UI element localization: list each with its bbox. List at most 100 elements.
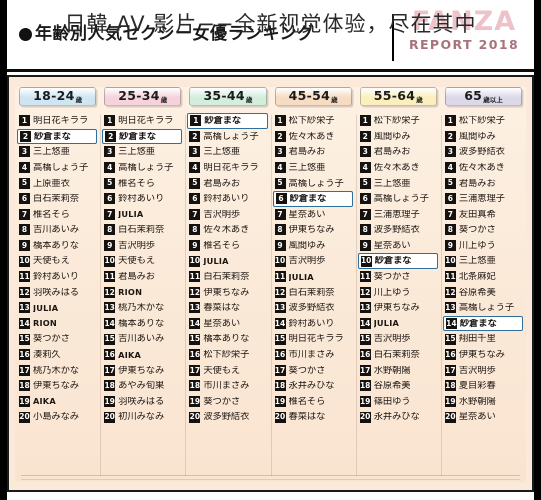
rank-row[interactable]: 10 紗倉まな [357, 253, 438, 269]
rank-row[interactable]: 18 永井みひな [274, 378, 353, 394]
rank-row[interactable]: 9 橋本ありな [18, 238, 97, 254]
rank-row[interactable]: 4 佐々木あき [444, 160, 523, 176]
rank-row[interactable]: 18 伊東ちなみ [18, 378, 97, 394]
rank-row[interactable]: 7 JULIA [103, 207, 182, 223]
rank-row[interactable]: 12 伊東ちなみ [188, 285, 267, 301]
rank-row[interactable]: 7 椎名そら [18, 207, 97, 223]
rank-row[interactable]: 13 桃乃木かな [103, 300, 182, 316]
rank-row[interactable]: 1 明日花キララ [103, 113, 182, 129]
rank-row[interactable]: 18 市川まさみ [188, 378, 267, 394]
rank-row[interactable]: 7 三浦恵理子 [359, 207, 438, 223]
rank-row[interactable]: 13 高橋しょう子 [444, 300, 523, 316]
rank-row[interactable]: 12 RION [103, 285, 182, 301]
rank-row[interactable]: 4 三上悠亜 [274, 160, 353, 176]
rank-row[interactable]: 11 白石茉莉奈 [188, 269, 267, 285]
rank-row[interactable]: 5 上原亜衣 [18, 175, 97, 191]
rank-row[interactable]: 9 星奈あい [359, 238, 438, 254]
rank-row[interactable]: 20 波多野結衣 [188, 409, 267, 425]
rank-row[interactable]: 20 初川みなみ [103, 409, 182, 425]
rank-row[interactable]: 5 君島みお [444, 175, 523, 191]
rank-row[interactable]: 17 伊東ちなみ [103, 363, 182, 379]
rank-row[interactable]: 14 鈴村あいり [274, 316, 353, 332]
rank-row[interactable]: 12 羽咲みはる [18, 285, 97, 301]
rank-row[interactable]: 17 吉沢明歩 [444, 363, 523, 379]
rank-row[interactable]: 3 君島みお [274, 144, 353, 160]
rank-row[interactable]: 17 水野朝陽 [359, 363, 438, 379]
rank-row[interactable]: 20 春菜はな [274, 409, 353, 425]
rank-row[interactable]: 9 吉沢明歩 [103, 238, 182, 254]
rank-row[interactable]: 4 明日花キララ [188, 160, 267, 176]
rank-row[interactable]: 3 波多野結衣 [444, 144, 523, 160]
rank-row[interactable]: 16 白石茉莉奈 [359, 347, 438, 363]
rank-row[interactable]: 7 友田真希 [444, 207, 523, 223]
rank-row[interactable]: 1 松下紗栄子 [274, 113, 353, 129]
rank-row[interactable]: 11 鈴村あいり [18, 269, 97, 285]
rank-row[interactable]: 11 君島みお [103, 269, 182, 285]
rank-row[interactable]: 1 明日花キララ [18, 113, 97, 129]
rank-row[interactable]: 19 葵つかさ [188, 394, 267, 410]
rank-row[interactable]: 19 AIKA [18, 394, 97, 410]
rank-row[interactable]: 5 高橋しょう子 [274, 175, 353, 191]
rank-row[interactable]: 5 三上悠亜 [359, 175, 438, 191]
rank-row[interactable]: 20 星奈あい [444, 409, 523, 425]
rank-row[interactable]: 6 紗倉まな [272, 190, 353, 207]
rank-row[interactable]: 15 橋本ありな [188, 331, 267, 347]
rank-row[interactable]: 1 紗倉まな [187, 113, 268, 129]
rank-row[interactable]: 7 星奈あい [274, 207, 353, 223]
rank-row[interactable]: 10 三上悠亜 [444, 253, 523, 269]
age-group-header-age-45-54[interactable]: 45-54 歳 [274, 87, 352, 106]
rank-row[interactable]: 16 湊莉久 [18, 347, 97, 363]
rank-row[interactable]: 3 君島みお [359, 144, 438, 160]
rank-row[interactable]: 19 椎名そら [274, 394, 353, 410]
rank-row[interactable]: 13 春菜はな [188, 300, 267, 316]
rank-row[interactable]: 19 篠田ゆう [359, 394, 438, 410]
rank-row[interactable]: 8 白石茉莉奈 [103, 222, 182, 238]
rank-row[interactable]: 15 明日花キララ [274, 331, 353, 347]
rank-row[interactable]: 13 JULIA [18, 300, 97, 316]
age-group-header-age-35-44[interactable]: 35-44 歳 [189, 87, 267, 106]
rank-row[interactable]: 18 谷原希美 [359, 378, 438, 394]
rank-row[interactable]: 10 JULIA [188, 253, 267, 269]
rank-row[interactable]: 10 天使もえ [103, 253, 182, 269]
rank-row[interactable]: 15 葵つかさ [18, 331, 97, 347]
rank-row[interactable]: 20 永井みひな [359, 409, 438, 425]
rank-row[interactable]: 18 夏目彩春 [444, 378, 523, 394]
rank-row[interactable]: 11 葵つかさ [359, 269, 438, 285]
rank-row[interactable]: 17 葵つかさ [274, 363, 353, 379]
rank-row[interactable]: 8 吉川あいみ [18, 222, 97, 238]
rank-row[interactable]: 20 小島みなみ [18, 409, 97, 425]
rank-row[interactable]: 8 伊東ちなみ [274, 222, 353, 238]
rank-row[interactable]: 18 あやみ旬果 [103, 378, 182, 394]
rank-row[interactable]: 2 佐々木あき [274, 129, 353, 145]
rank-row[interactable]: 17 天使もえ [188, 363, 267, 379]
rank-row[interactable]: 8 葵つかさ [444, 222, 523, 238]
age-group-header-age-25-34[interactable]: 25-34 歳 [104, 87, 182, 106]
rank-row[interactable]: 1 松下紗栄子 [359, 113, 438, 129]
rank-row[interactable]: 19 水野朝陽 [444, 394, 523, 410]
rank-row[interactable]: 13 伊東ちなみ [359, 300, 438, 316]
age-group-header-age-55-64[interactable]: 55-64 歳 [359, 87, 437, 106]
rank-row[interactable]: 13 波多野結衣 [274, 300, 353, 316]
rank-row[interactable]: 16 AIKA [103, 347, 182, 363]
rank-row[interactable]: 2 高橋しょう子 [188, 129, 267, 145]
rank-row[interactable]: 2 風間ゆみ [359, 129, 438, 145]
rank-row[interactable]: 15 吉沢明歩 [359, 331, 438, 347]
rank-row[interactable]: 3 三上悠亜 [188, 144, 267, 160]
rank-row[interactable]: 4 高橋しょう子 [18, 160, 97, 176]
rank-row[interactable]: 6 鈴村あいり [188, 191, 267, 207]
rank-row[interactable]: 12 白石茉莉奈 [274, 285, 353, 301]
rank-row[interactable]: 4 高橋しょう子 [103, 160, 182, 176]
rank-row[interactable]: 5 椎名そら [103, 175, 182, 191]
rank-row[interactable]: 16 松下紗栄子 [188, 347, 267, 363]
rank-row[interactable]: 15 翔田千里 [444, 331, 523, 347]
rank-row[interactable]: 16 市川まさみ [274, 347, 353, 363]
rank-row[interactable]: 17 桃乃木かな [18, 363, 97, 379]
rank-row[interactable]: 19 羽咲みはる [103, 394, 182, 410]
rank-row[interactable]: 15 吉川あいみ [103, 331, 182, 347]
rank-row[interactable]: 14 星奈あい [188, 316, 267, 332]
rank-row[interactable]: 7 吉沢明歩 [188, 207, 267, 223]
rank-row[interactable]: 2 紗倉まな [102, 128, 183, 145]
rank-row[interactable]: 6 鈴村あいり [103, 191, 182, 207]
age-group-header-age-18-24[interactable]: 18-24 歳 [19, 87, 97, 106]
rank-row[interactable]: 2 紗倉まな [17, 128, 98, 145]
